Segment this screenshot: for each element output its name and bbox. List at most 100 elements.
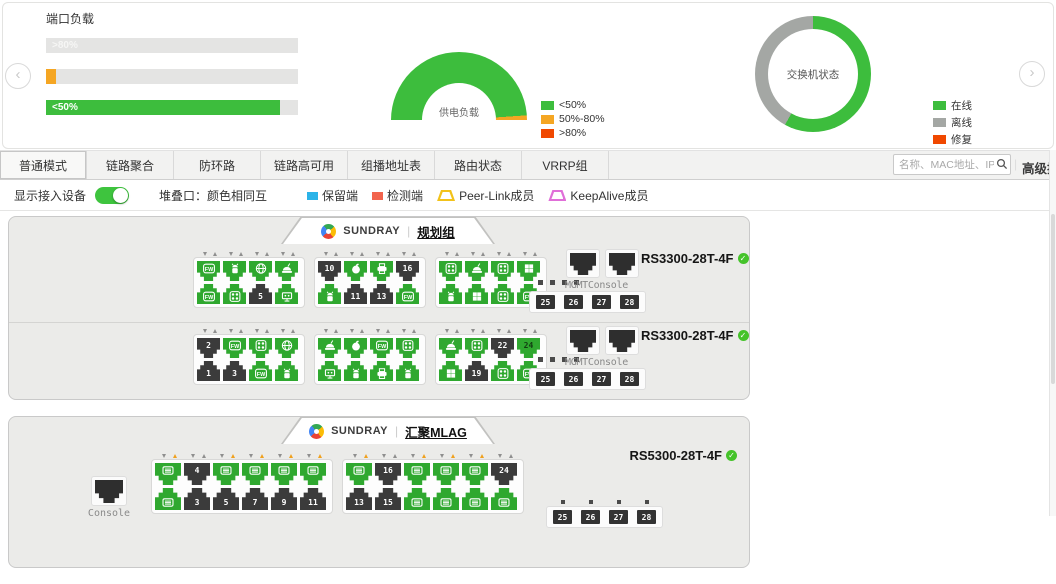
sfp-port-28[interactable]: 28 — [637, 510, 656, 524]
mgmt-port-Console[interactable] — [605, 249, 639, 278]
port-fw[interactable] — [197, 261, 220, 281]
sfp-port-25[interactable]: 25 — [536, 372, 555, 386]
port-24[interactable]: 24 — [517, 338, 540, 358]
sfp-port-27[interactable]: 27 — [592, 372, 611, 386]
port-hub[interactable] — [439, 261, 462, 281]
port-fw[interactable] — [249, 361, 272, 381]
sfp-port-25[interactable]: 25 — [553, 510, 572, 524]
port-globe[interactable] — [275, 338, 298, 358]
port-fw[interactable] — [396, 284, 419, 304]
port-globe[interactable] — [249, 261, 272, 281]
port-switch[interactable] — [155, 463, 181, 485]
port-hub[interactable] — [249, 338, 272, 358]
port-printer[interactable] — [370, 361, 393, 381]
tab-路由状态[interactable]: 路由状态 — [435, 151, 522, 179]
port-android[interactable] — [344, 361, 367, 381]
port-5[interactable]: 5 — [249, 284, 272, 304]
carousel-prev-button[interactable]: ‹ — [5, 63, 31, 89]
port-fw[interactable] — [223, 338, 246, 358]
port-fw[interactable] — [370, 338, 393, 358]
port-3[interactable]: 3 — [223, 361, 246, 381]
port-2[interactable]: 2 — [197, 338, 220, 358]
carousel-next-button[interactable]: › — [1019, 61, 1045, 87]
port-apple[interactable] — [344, 338, 367, 358]
group-name-link[interactable]: 汇聚MLAG — [405, 422, 467, 441]
tab-链路聚合[interactable]: 链路聚合 — [87, 151, 174, 179]
port-hub[interactable] — [465, 338, 488, 358]
port-hub[interactable] — [491, 261, 514, 281]
port-windows[interactable] — [439, 361, 462, 381]
port-5[interactable]: 5 — [213, 488, 239, 510]
show-access-toggle[interactable] — [95, 187, 129, 204]
port-switch[interactable] — [300, 463, 326, 485]
sfp-port-28[interactable]: 28 — [620, 372, 639, 386]
port-switch[interactable] — [213, 463, 239, 485]
port-printer[interactable] — [370, 261, 393, 281]
search-icon[interactable] — [996, 158, 1008, 170]
port-hub[interactable] — [223, 284, 246, 304]
port-switch[interactable] — [242, 463, 268, 485]
tab-组播地址表[interactable]: 组播地址表 — [348, 151, 435, 179]
port-android[interactable] — [223, 261, 246, 281]
port-hub[interactable] — [491, 361, 514, 381]
port-android[interactable] — [396, 361, 419, 381]
port-monitor[interactable] — [318, 361, 341, 381]
port-15[interactable]: 15 — [375, 488, 401, 510]
port-ap[interactable] — [465, 261, 488, 281]
sfp-port-27[interactable]: 27 — [609, 510, 628, 524]
port-switch[interactable] — [462, 463, 488, 485]
port-switch[interactable] — [346, 463, 372, 485]
port-hub[interactable] — [491, 284, 514, 304]
port-android[interactable] — [318, 284, 341, 304]
tab-普通模式[interactable]: 普通模式 — [0, 151, 87, 179]
port-19[interactable]: 19 — [465, 361, 488, 381]
sfp-port-26[interactable]: 26 — [564, 372, 583, 386]
port-11[interactable]: 11 — [344, 284, 367, 304]
port-16[interactable]: 16 — [396, 261, 419, 281]
sfp-port-26[interactable]: 26 — [564, 295, 583, 309]
sfp-port-25[interactable]: 25 — [536, 295, 555, 309]
port-switch[interactable] — [433, 463, 459, 485]
group-name-link[interactable]: 规划组 — [417, 222, 455, 241]
port-android[interactable] — [275, 361, 298, 381]
port-switch[interactable] — [433, 488, 459, 510]
port-hub[interactable] — [396, 338, 419, 358]
vertical-scrollbar[interactable] — [1049, 150, 1056, 516]
mgmt-port-MGMT[interactable] — [566, 326, 600, 355]
port-android[interactable] — [439, 284, 462, 304]
port-16[interactable]: 16 — [375, 463, 401, 485]
port-switch[interactable] — [404, 463, 430, 485]
port-ap[interactable] — [439, 338, 462, 358]
port-switch[interactable] — [271, 463, 297, 485]
port-windows[interactable] — [465, 284, 488, 304]
mgmt-port-Console[interactable] — [605, 326, 639, 355]
sfp-port-27[interactable]: 27 — [592, 295, 611, 309]
port-monitor[interactable] — [275, 284, 298, 304]
port-9[interactable]: 9 — [271, 488, 297, 510]
port-switch[interactable] — [491, 488, 517, 510]
tab-VRRP组[interactable]: VRRP组 — [522, 151, 609, 179]
port-24[interactable]: 24 — [491, 463, 517, 485]
tab-防环路[interactable]: 防环路 — [174, 151, 261, 179]
port-windows[interactable] — [517, 261, 540, 281]
port-switch[interactable] — [155, 488, 181, 510]
port-1[interactable]: 1 — [197, 361, 220, 381]
port-4[interactable]: 4 — [184, 463, 210, 485]
port-7[interactable]: 7 — [242, 488, 268, 510]
sfp-port-28[interactable]: 28 — [620, 295, 639, 309]
console-port[interactable] — [91, 476, 127, 506]
port-switch[interactable] — [462, 488, 488, 510]
scrollbar-thumb[interactable] — [1051, 214, 1055, 384]
port-10[interactable]: 10 — [318, 261, 341, 281]
sfp-port-26[interactable]: 26 — [581, 510, 600, 524]
port-3[interactable]: 3 — [184, 488, 210, 510]
port-ap[interactable] — [275, 261, 298, 281]
port-22[interactable]: 22 — [491, 338, 514, 358]
port-apple[interactable] — [344, 261, 367, 281]
port-switch[interactable] — [404, 488, 430, 510]
search-input[interactable] — [893, 154, 1011, 175]
port-13[interactable]: 13 — [370, 284, 393, 304]
port-11[interactable]: 11 — [300, 488, 326, 510]
port-13[interactable]: 13 — [346, 488, 372, 510]
mgmt-port-MGMT[interactable] — [566, 249, 600, 278]
